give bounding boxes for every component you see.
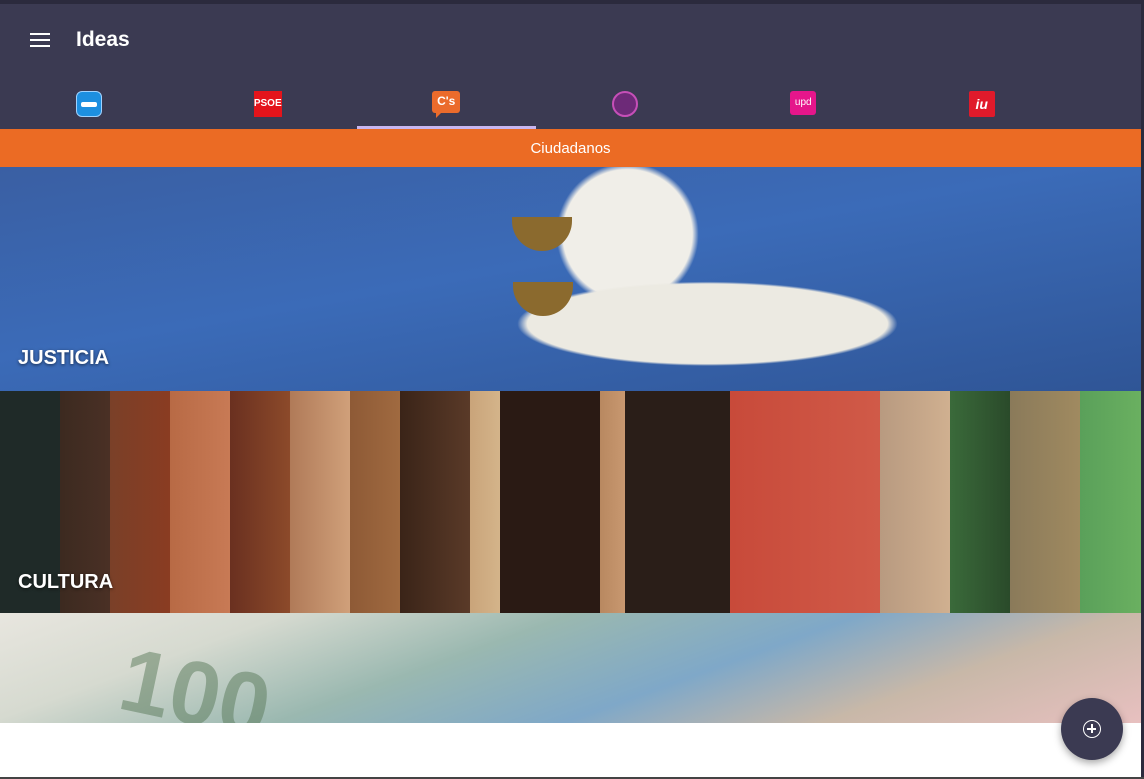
- tab-podemos[interactable]: [536, 72, 715, 129]
- banknote-image: 100: [111, 629, 280, 723]
- hamburger-menu-icon[interactable]: [24, 26, 56, 54]
- ciudadanos-logo-icon: C's: [432, 91, 461, 118]
- scale-pan-image: [512, 217, 572, 251]
- page-title: Ideas: [76, 28, 130, 51]
- category-card-justicia[interactable]: JUSTICIA: [0, 167, 1141, 391]
- pp-logo-icon: [76, 91, 103, 117]
- category-label: JUSTICIA: [18, 347, 110, 369]
- category-card-cultura[interactable]: CULTURA: [0, 391, 1141, 613]
- app-bar: Ideas PSOE C's upd iu: [0, 4, 1141, 129]
- iu-logo-icon: iu: [968, 91, 995, 117]
- upyd-logo-icon: upd: [790, 91, 817, 115]
- podemos-logo-icon: [611, 91, 638, 117]
- category-card-economia[interactable]: 100: [0, 613, 1141, 723]
- party-tabs: PSOE C's upd iu: [0, 72, 1141, 129]
- tab-iu[interactable]: iu: [893, 72, 1072, 129]
- tab-psoe[interactable]: PSOE: [179, 72, 358, 129]
- category-label: CULTURA: [18, 571, 114, 593]
- scale-pan-image: [513, 282, 573, 316]
- tab-ciudadanos[interactable]: C's: [357, 72, 536, 129]
- tab-pp[interactable]: [0, 72, 179, 129]
- add-idea-button[interactable]: [1061, 698, 1123, 760]
- party-name-banner: Ciudadanos: [0, 129, 1141, 167]
- add-circle-icon: [1083, 720, 1101, 738]
- tab-upyd[interactable]: upd: [714, 72, 893, 129]
- psoe-logo-icon: PSOE: [253, 91, 282, 117]
